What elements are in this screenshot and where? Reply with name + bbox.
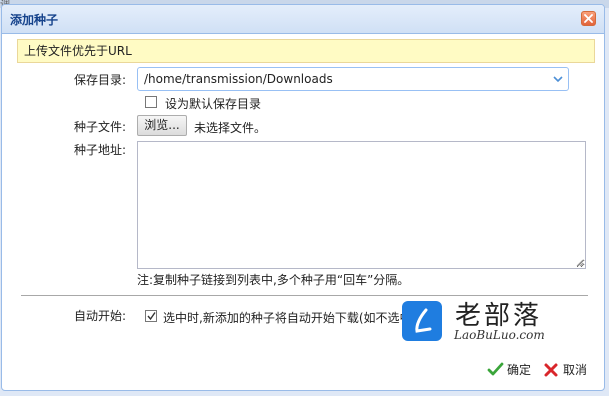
upload-priority-notice: 上传文件优先于URL	[17, 39, 595, 63]
save-dir-label: 保存目录:	[73, 73, 126, 87]
save-dir-value: /home/transmission/Downloads	[144, 72, 333, 86]
dialog-titlebar[interactable]: 添加种子	[2, 5, 604, 34]
close-button[interactable]	[581, 11, 596, 26]
add-torrent-dialog: 添加种子 上传文件优先于URL 保存目录: /home/transmission…	[1, 4, 605, 391]
auto-start-description[interactable]: 选中时,新添加的种子将自动开始下载(如不选中则为暂停状态)	[163, 309, 423, 326]
save-dir-select[interactable]: /home/transmission/Downloads	[137, 67, 569, 91]
watermark: 老部落 LaoBuLuo.com	[402, 301, 592, 349]
check-icon	[487, 362, 504, 376]
dialog-body: 上传文件优先于URL 保存目录: /home/transmission/Down…	[8, 35, 598, 384]
torrent-url-textarea[interactable]	[137, 141, 586, 269]
default-dir-checkbox[interactable]	[145, 96, 157, 108]
close-icon	[584, 14, 593, 23]
torrent-url-label: 种子地址:	[73, 143, 126, 157]
torrent-file-label: 种子文件:	[73, 120, 126, 134]
torrent-url-hint: 注:复制种子链接到列表中,多个种子用“回车”分隔。	[137, 273, 410, 287]
cross-icon	[544, 363, 558, 377]
default-dir-checkbox-label[interactable]: 设为默认保存目录	[165, 95, 261, 112]
chevron-down-icon	[553, 76, 563, 83]
cancel-label: 取消	[563, 363, 588, 377]
file-status-text: 未选择文件。	[194, 121, 267, 135]
confirm-label: 确定	[507, 363, 532, 377]
laobuluo-logo-icon	[402, 301, 442, 341]
watermark-en-text: LaoBuLuo.com	[454, 328, 545, 342]
auto-start-checkbox[interactable]	[145, 310, 157, 322]
browse-button[interactable]: 浏览...	[137, 115, 187, 136]
dialog-title: 添加种子	[10, 13, 59, 27]
checkmark-icon	[147, 312, 156, 321]
resize-grip-icon[interactable]	[575, 258, 584, 267]
watermark-cn-text: 老部落	[455, 301, 543, 331]
auto-start-label: 自动开始:	[73, 309, 126, 323]
